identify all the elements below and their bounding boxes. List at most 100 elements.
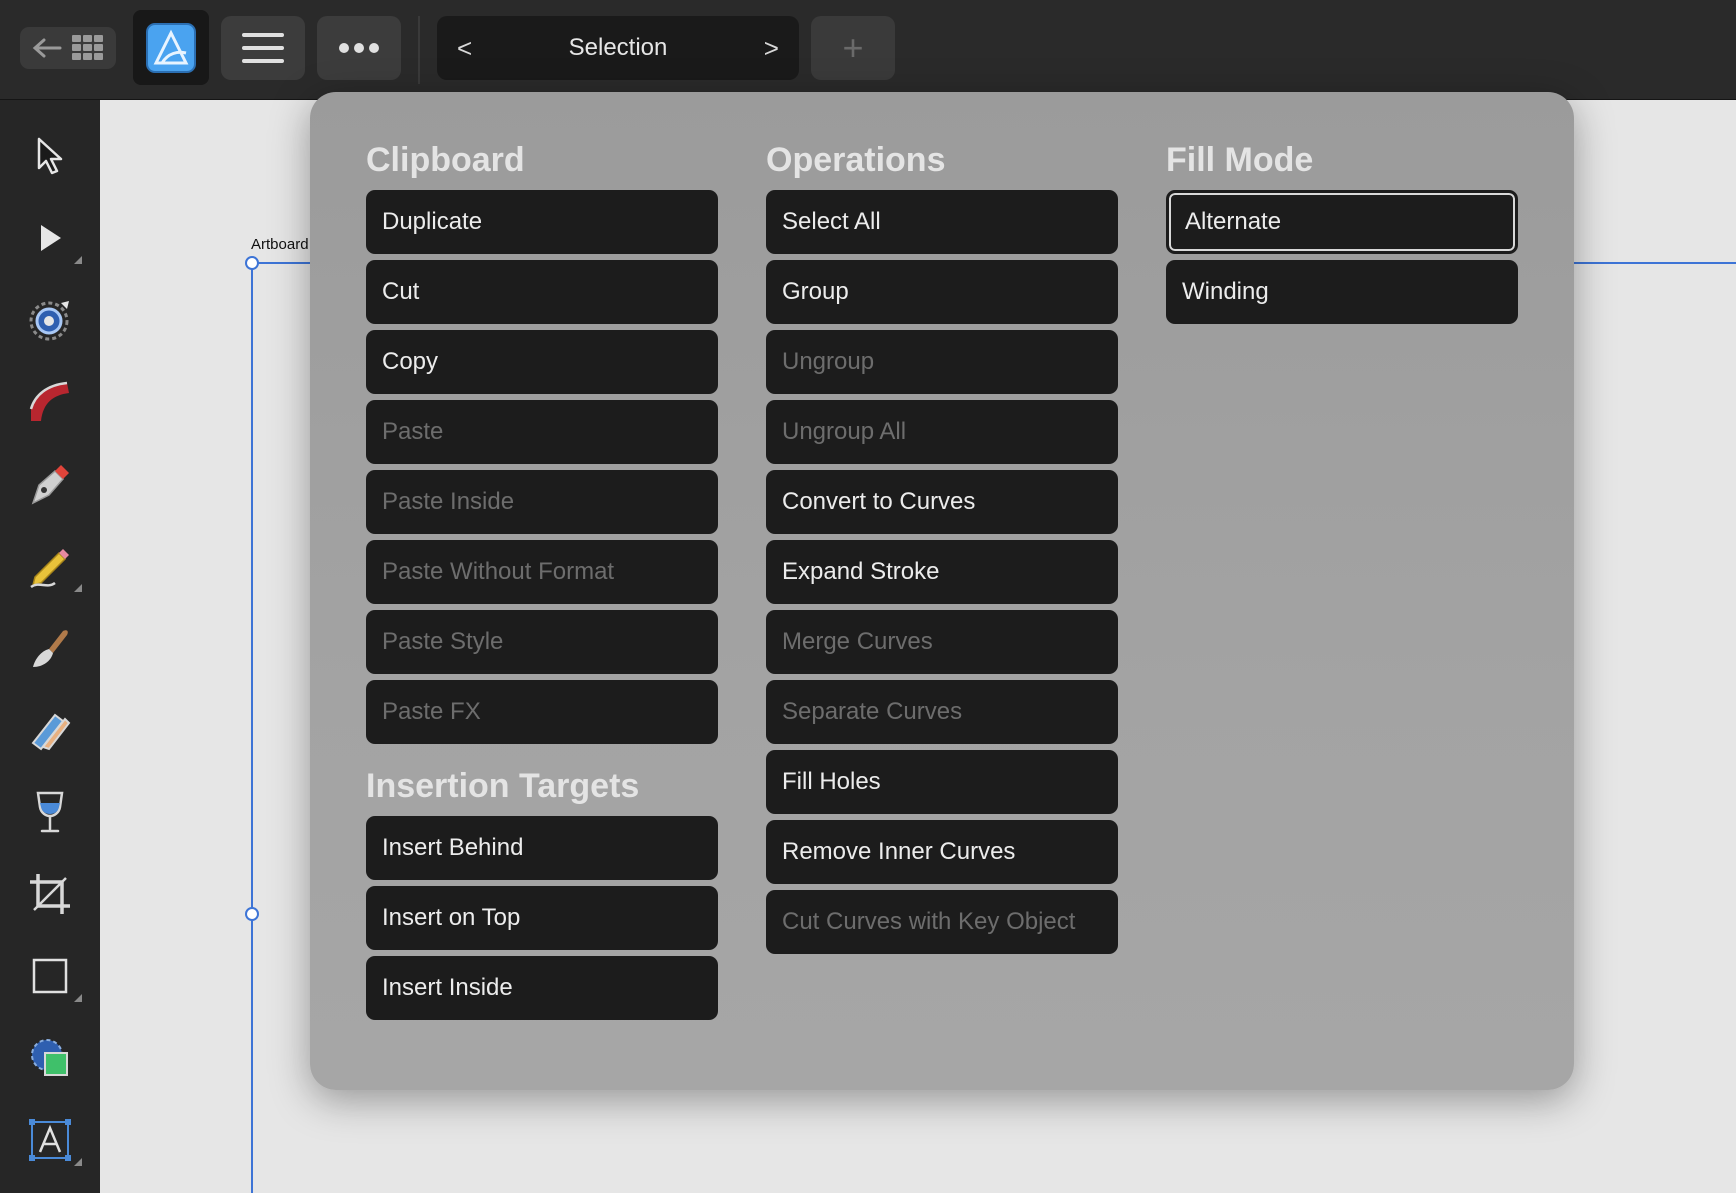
insert-on-top-button[interactable]: Insert on Top bbox=[366, 886, 718, 950]
brush-tool[interactable] bbox=[20, 618, 80, 678]
select-all-label: Select All bbox=[782, 208, 881, 235]
paste-style-button[interactable]: Paste Style bbox=[366, 610, 718, 674]
brush-tool-icon bbox=[33, 630, 68, 667]
artboard-left-edge bbox=[251, 263, 253, 1193]
cut-button[interactable]: Cut bbox=[366, 260, 718, 324]
fill-holes-label: Fill Holes bbox=[782, 768, 881, 795]
tool-flyout-indicator bbox=[74, 256, 82, 264]
app-menu-button[interactable] bbox=[133, 10, 209, 85]
toolbar-divider bbox=[418, 16, 420, 84]
insert-behind-label: Insert Behind bbox=[382, 834, 524, 861]
node-tool[interactable] bbox=[20, 208, 82, 268]
shape-tool-icon bbox=[31, 1039, 68, 1076]
top-toolbar: < Selection > + bbox=[0, 0, 1736, 100]
insert-inside-button[interactable]: Insert Inside bbox=[366, 956, 718, 1020]
transparency-tool[interactable] bbox=[20, 782, 80, 842]
ungroup-all-label: Ungroup All bbox=[782, 418, 907, 445]
operations-column: Operations Select All Group Ungroup Ungr… bbox=[766, 134, 1118, 960]
transparency-tool-icon bbox=[36, 791, 64, 833]
move-tool[interactable] bbox=[20, 126, 80, 186]
more-options-button[interactable] bbox=[317, 16, 401, 80]
persona-selector: < Selection > bbox=[437, 16, 799, 80]
ellipsis-icon bbox=[339, 43, 379, 53]
paste-inside-label: Paste Inside bbox=[382, 488, 515, 515]
artboard-corner-handle[interactable] bbox=[245, 256, 259, 270]
arrow-left-icon bbox=[32, 38, 62, 58]
fill-holes-button[interactable]: Fill Holes bbox=[766, 750, 1118, 814]
alternate-label: Alternate bbox=[1185, 208, 1282, 235]
tools-panel bbox=[0, 100, 100, 1193]
pen-tool-icon bbox=[31, 465, 69, 505]
crop-tool-icon bbox=[30, 874, 70, 914]
paste-without-format-button[interactable]: Paste Without Format bbox=[366, 540, 718, 604]
pen-tool[interactable] bbox=[20, 454, 80, 514]
clipboard-list: Duplicate Cut Copy Paste Paste Inside Pa… bbox=[366, 190, 718, 744]
clipboard-column: Clipboard Duplicate Cut Copy Paste Paste… bbox=[366, 134, 718, 1026]
clipboard-section-title: Clipboard bbox=[366, 141, 525, 179]
duplicate-button[interactable]: Duplicate bbox=[366, 190, 718, 254]
text-tool[interactable] bbox=[20, 1110, 82, 1170]
next-persona-button[interactable]: > bbox=[764, 33, 779, 64]
cut-curves-with-key-object-label: Cut Curves with Key Object bbox=[782, 908, 1076, 935]
fill-tool-icon bbox=[31, 713, 71, 751]
insertion-targets-list: Insert Behind Insert on Top Insert Insid… bbox=[366, 816, 718, 1020]
copy-button[interactable]: Copy bbox=[366, 330, 718, 394]
operations-section-title: Operations bbox=[766, 141, 946, 179]
separate-curves-label: Separate Curves bbox=[782, 698, 963, 725]
paste-style-label: Paste Style bbox=[382, 628, 504, 655]
crop-tool[interactable] bbox=[20, 864, 80, 924]
paste-fx-label: Paste FX bbox=[382, 698, 481, 725]
back-to-home-button[interactable] bbox=[20, 27, 116, 69]
tool-flyout-indicator bbox=[74, 994, 82, 1002]
convert-to-curves-button[interactable]: Convert to Curves bbox=[766, 470, 1118, 534]
node-tool-icon bbox=[41, 225, 61, 251]
rectangle-tool[interactable] bbox=[20, 946, 82, 1006]
cut-curves-with-key-object-button[interactable]: Cut Curves with Key Object bbox=[766, 890, 1118, 954]
paste-inside-button[interactable]: Paste Inside bbox=[366, 470, 718, 534]
insertion-targets-section-title: Insertion Targets bbox=[366, 767, 640, 805]
corner-tool[interactable] bbox=[20, 290, 80, 350]
ungroup-label: Ungroup bbox=[782, 348, 875, 375]
insert-behind-button[interactable]: Insert Behind bbox=[366, 816, 718, 880]
fill-tool[interactable] bbox=[20, 700, 80, 760]
pencil-tool[interactable] bbox=[20, 372, 80, 432]
remove-inner-curves-button[interactable]: Remove Inner Curves bbox=[766, 820, 1118, 884]
fill-mode-list: Alternate Winding bbox=[1166, 190, 1518, 324]
paste-label: Paste bbox=[382, 418, 444, 445]
expand-stroke-button[interactable]: Expand Stroke bbox=[766, 540, 1118, 604]
vector-brush-tool-icon bbox=[30, 549, 69, 589]
tool-flyout-indicator bbox=[74, 1158, 82, 1166]
duplicate-label: Duplicate bbox=[382, 208, 483, 235]
fill-mode-column: Fill Mode Alternate Winding bbox=[1166, 134, 1518, 330]
persona-label: Selection bbox=[568, 34, 668, 61]
fill-mode-section-title: Fill Mode bbox=[1166, 141, 1314, 179]
select-all-button[interactable]: Select All bbox=[766, 190, 1118, 254]
merge-curves-button[interactable]: Merge Curves bbox=[766, 610, 1118, 674]
prev-persona-button[interactable]: < bbox=[457, 33, 472, 64]
affinity-designer-logo-icon bbox=[146, 22, 196, 73]
text-tool-icon bbox=[29, 1119, 71, 1161]
convert-to-curves-label: Convert to Curves bbox=[782, 488, 976, 515]
copy-label: Copy bbox=[382, 348, 439, 375]
paste-button[interactable]: Paste bbox=[366, 400, 718, 464]
rectangle-tool-icon bbox=[32, 958, 68, 994]
expand-stroke-label: Expand Stroke bbox=[782, 558, 940, 585]
artboard-side-handle[interactable] bbox=[245, 907, 259, 921]
alternate-fill-button[interactable]: Alternate bbox=[1166, 190, 1518, 254]
group-button[interactable]: Group bbox=[766, 260, 1118, 324]
paste-fx-button[interactable]: Paste FX bbox=[366, 680, 718, 744]
insert-inside-label: Insert Inside bbox=[382, 974, 513, 1001]
shape-tool[interactable] bbox=[20, 1028, 80, 1088]
add-button[interactable]: + bbox=[811, 16, 895, 80]
pencil-tool-icon bbox=[29, 381, 69, 421]
winding-fill-button[interactable]: Winding bbox=[1166, 260, 1518, 324]
winding-label: Winding bbox=[1182, 278, 1269, 305]
ungroup-button[interactable]: Ungroup bbox=[766, 330, 1118, 394]
separate-curves-button[interactable]: Separate Curves bbox=[766, 680, 1118, 744]
hamburger-menu-button[interactable] bbox=[221, 16, 305, 80]
vector-brush-tool[interactable] bbox=[20, 536, 82, 596]
ungroup-all-button[interactable]: Ungroup All bbox=[766, 400, 1118, 464]
plus-icon: + bbox=[842, 27, 864, 68]
hamburger-icon bbox=[242, 33, 284, 63]
